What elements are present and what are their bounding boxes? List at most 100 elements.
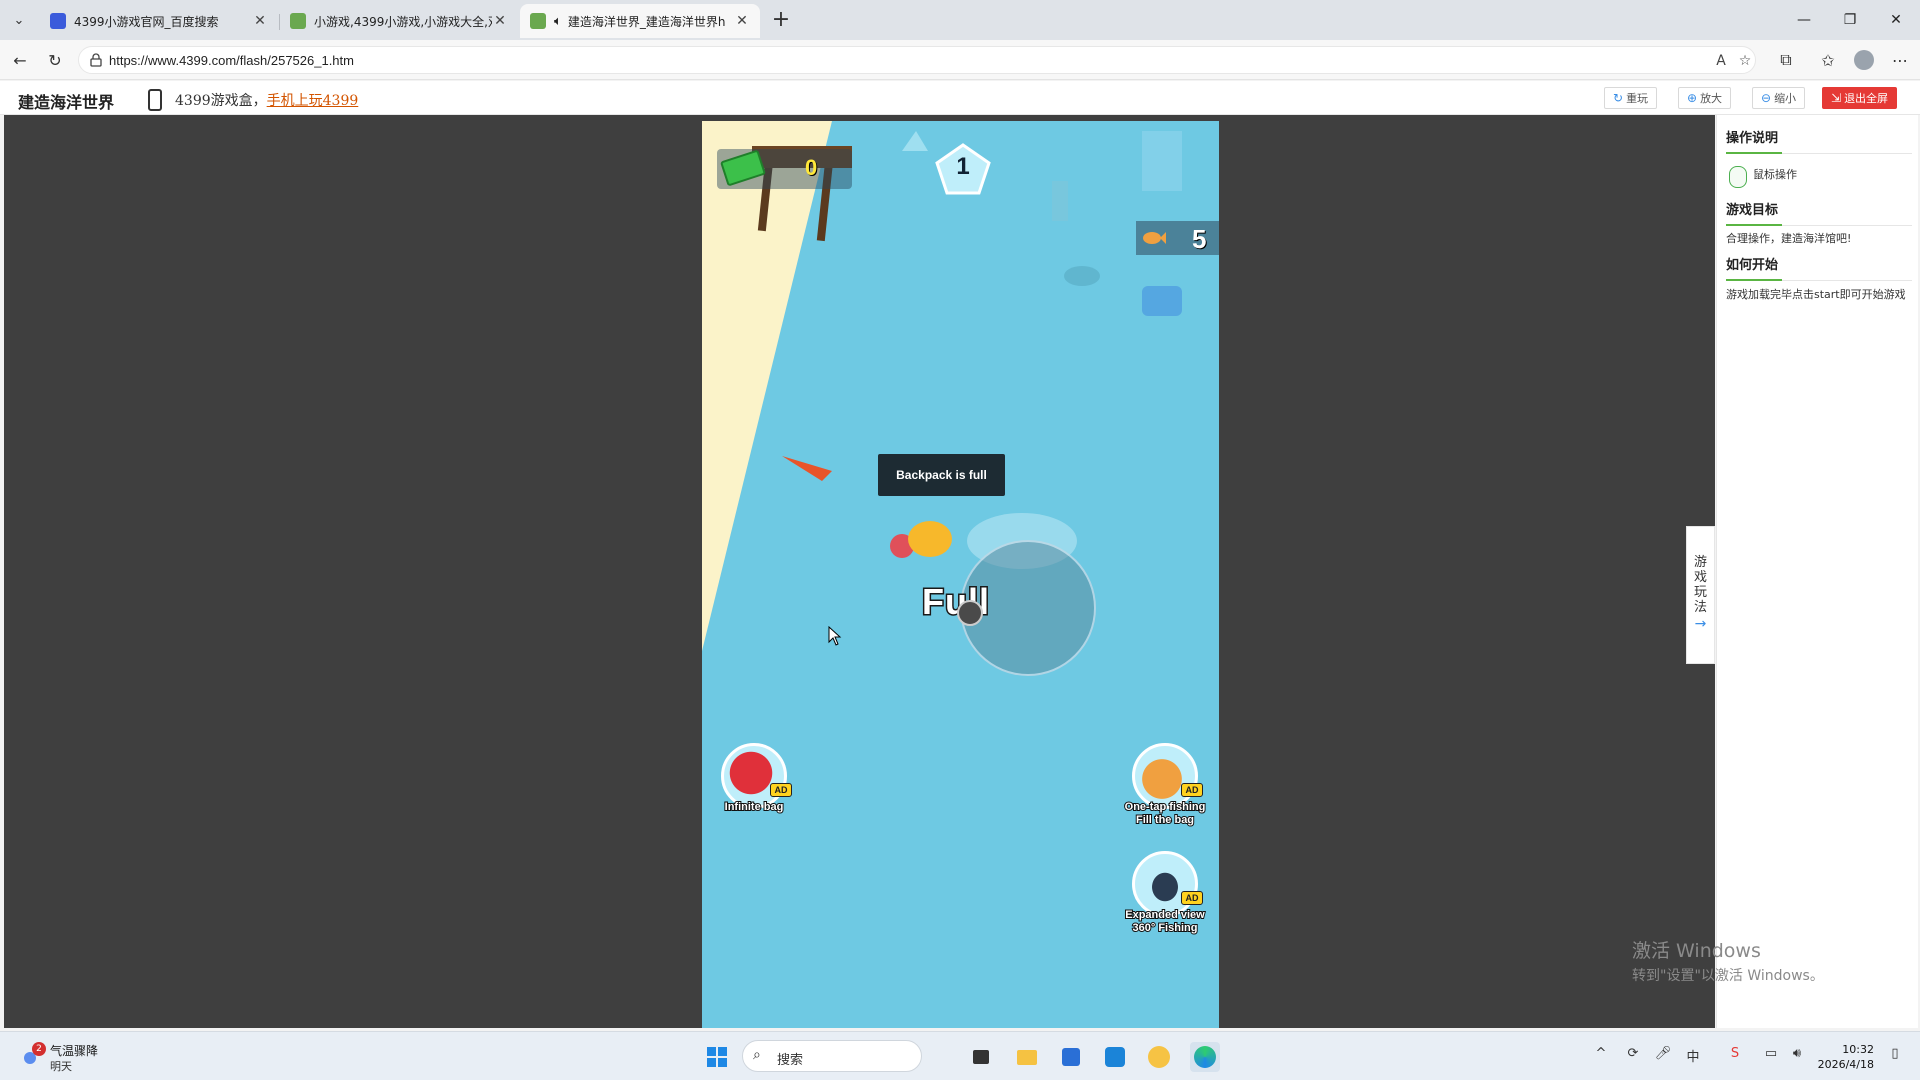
- more-menu-icon[interactable]: ⋯: [1888, 48, 1912, 72]
- watermark-subtitle: 转到"设置"以激活 Windows。: [1632, 968, 1824, 984]
- replay-icon: ↻: [1613, 91, 1624, 105]
- 4399-favicon-icon: [530, 13, 546, 29]
- weather-line2: 明天: [50, 1060, 72, 1073]
- network-icon[interactable]: ▭: [1760, 1046, 1782, 1061]
- close-tab-icon[interactable]: ✕: [734, 13, 750, 29]
- audio-playing-icon[interactable]: 🔈︎: [554, 14, 562, 29]
- fish-icon: [1143, 232, 1166, 244]
- extensions-icon[interactable]: ⧉: [1774, 48, 1798, 72]
- show-hidden-icons-chevron-icon[interactable]: ^: [1590, 1046, 1612, 1061]
- backpack-icon: [721, 743, 787, 809]
- joystick-knob[interactable]: [957, 600, 983, 626]
- zoom-in-label: 放大: [1700, 92, 1723, 105]
- mobile-phone-icon: [148, 89, 162, 111]
- address-bar[interactable]: https://www.4399.com/flash/257526_1.htm …: [78, 46, 1756, 74]
- zoom-in-icon: ⊕: [1687, 91, 1698, 105]
- controls-heading: 操作说明: [1726, 131, 1779, 146]
- exit-fullscreen-icon: ⇲: [1831, 91, 1842, 105]
- zoom-out-icon: ⊖: [1761, 91, 1772, 105]
- notification-bell-icon[interactable]: ▯: [1884, 1046, 1906, 1061]
- volume-icon[interactable]: 🔊︎: [1786, 1046, 1808, 1061]
- section-divider: [1726, 224, 1912, 226]
- promo-link[interactable]: 手机上玩4399: [267, 93, 359, 109]
- cash-icon: [719, 149, 767, 187]
- level-badge: 1: [935, 143, 991, 195]
- clock-time: 10:32: [1842, 1043, 1874, 1056]
- clock-date: 2026/4/18: [1817, 1058, 1874, 1071]
- tab-actions-menu-button[interactable]: ⌄: [6, 8, 32, 32]
- gameplay-drawer-tab[interactable]: 游戏玩法 →: [1686, 526, 1715, 664]
- weather-widget[interactable]: 2 气温骤降 明天: [20, 1040, 140, 1074]
- new-tab-button[interactable]: +: [767, 8, 795, 34]
- sync-icon[interactable]: ⟳: [1622, 1046, 1644, 1061]
- back-arrow-icon[interactable]: ←: [8, 48, 32, 72]
- game-canvas[interactable]: 0 1 5 Backpack is full Full AD Infinite …: [702, 121, 1219, 1028]
- promo-text: 4399游戏盒，: [175, 93, 267, 109]
- refresh-icon[interactable]: ↻: [43, 48, 67, 72]
- restore-window-button[interactable]: ❐: [1827, 0, 1873, 40]
- how-to-start-heading: 如何开始: [1726, 258, 1779, 273]
- profile-avatar[interactable]: [1852, 48, 1876, 72]
- system-clock[interactable]: 10:32 2026/4/18: [1812, 1042, 1874, 1072]
- edge-browser-icon[interactable]: [1190, 1042, 1220, 1072]
- microsoft-store-icon[interactable]: [1056, 1042, 1086, 1072]
- game-app-icon[interactable]: [1144, 1042, 1174, 1072]
- tab-4399-home[interactable]: 小游戏,4399小游戏,小游戏大全,双 ✕: [280, 4, 518, 38]
- whiteboard-app-icon[interactable]: [1100, 1042, 1130, 1072]
- ad-video-badge: AD: [770, 783, 792, 797]
- goal-heading: 游戏目标: [1726, 203, 1779, 218]
- mouse-cursor-icon: [828, 626, 842, 646]
- watermark-title: 激活 Windows: [1632, 940, 1761, 962]
- how-to-start-text: 游戏加载完毕点击start即可开始游戏: [1726, 288, 1906, 301]
- search-placeholder: 搜索: [777, 1053, 804, 1068]
- minimize-window-button[interactable]: —: [1781, 0, 1827, 40]
- money-counter: 0: [717, 149, 852, 189]
- input-method-icon[interactable]: 中: [1682, 1046, 1704, 1065]
- close-tab-icon[interactable]: ✕: [252, 13, 268, 29]
- powerup-label: Infinite bag: [724, 800, 785, 814]
- taskbar-search-input[interactable]: ⌕ 搜索: [742, 1040, 922, 1072]
- close-tab-icon[interactable]: ✕: [492, 13, 508, 29]
- drawer-tab-label: 游戏玩法: [1693, 555, 1707, 615]
- 4399-favicon-icon: [290, 13, 306, 29]
- tab-title: 建造海洋世界_建造海洋世界h: [567, 14, 726, 29]
- task-view-icon[interactable]: [966, 1042, 996, 1072]
- search-icon: ⌕: [753, 1047, 761, 1063]
- backpack-full-toast: Backpack is full: [878, 454, 1005, 496]
- replay-button[interactable]: ↻ 重玩: [1604, 87, 1658, 109]
- antivirus-tray-icon[interactable]: S: [1724, 1046, 1746, 1061]
- exit-fullscreen-label: 退出全屏: [1844, 92, 1889, 105]
- lock-icon: [90, 53, 102, 67]
- game-page-header: 建造海洋世界 4399游戏盒，手机上玩4399 ↻ 重玩 ⊕ 放大 ⊖ 缩小 ⇲ 退出全…: [0, 81, 1920, 115]
- powerup-label: One-tap fishing Fill the bag: [1124, 800, 1207, 827]
- browser-tab-strip: ⌄ 4399小游戏官网_百度搜索 ✕ 小游戏,4399小游戏,小游戏大全,双 ✕…: [0, 0, 1920, 40]
- tab-title: 4399小游戏官网_百度搜索: [74, 14, 219, 29]
- level-value: 1: [956, 153, 970, 180]
- mouse-icon: [1729, 166, 1747, 188]
- money-value: 0: [805, 155, 818, 180]
- zoom-out-button[interactable]: ⊖ 缩小: [1752, 87, 1806, 109]
- favorite-star-icon[interactable]: ☆: [1735, 51, 1755, 71]
- windows-start-icon[interactable]: [702, 1042, 732, 1072]
- browser-toolbar: ← ↻ https://www.4399.com/flash/257526_1.…: [0, 40, 1920, 80]
- fish-counter: 5: [1136, 221, 1219, 255]
- goal-text: 合理操作，建造海洋馆吧!: [1726, 232, 1852, 245]
- tab-game-active[interactable]: 🔈︎ 建造海洋世界_建造海洋世界h ✕: [520, 4, 760, 38]
- game-info-sidebar: 操作说明 鼠标操作 游戏目标 合理操作，建造海洋馆吧! 如何开始 游戏加载完毕点…: [1716, 115, 1918, 1028]
- baidu-favicon-icon: [50, 13, 66, 29]
- section-divider: [1726, 279, 1912, 281]
- weather-alert-badge: 2: [32, 1042, 46, 1056]
- windows-taskbar: 2 气温骤降 明天 ⌕ 搜索 ^ ⟳ 🎤︎ 中 S ▭ 🔊︎ 10:32 202…: [0, 1031, 1920, 1080]
- read-aloud-icon[interactable]: A: [1711, 51, 1731, 71]
- close-window-button[interactable]: ✕: [1873, 0, 1919, 40]
- url-text: https://www.4399.com/flash/257526_1.htm: [109, 53, 354, 68]
- exit-fullscreen-button[interactable]: ⇲ 退出全屏: [1822, 87, 1898, 109]
- file-explorer-icon[interactable]: [1012, 1042, 1042, 1072]
- fish-count-value: 5: [1192, 224, 1207, 254]
- favorites-icon[interactable]: ✩: [1816, 48, 1840, 72]
- zoom-in-button[interactable]: ⊕ 放大: [1678, 87, 1732, 109]
- ad-video-badge: AD: [1181, 783, 1203, 797]
- microphone-icon[interactable]: 🎤︎: [1652, 1046, 1674, 1061]
- tab-baidu-search[interactable]: 4399小游戏官网_百度搜索 ✕: [40, 4, 278, 38]
- diving-mask-icon: [1132, 851, 1198, 917]
